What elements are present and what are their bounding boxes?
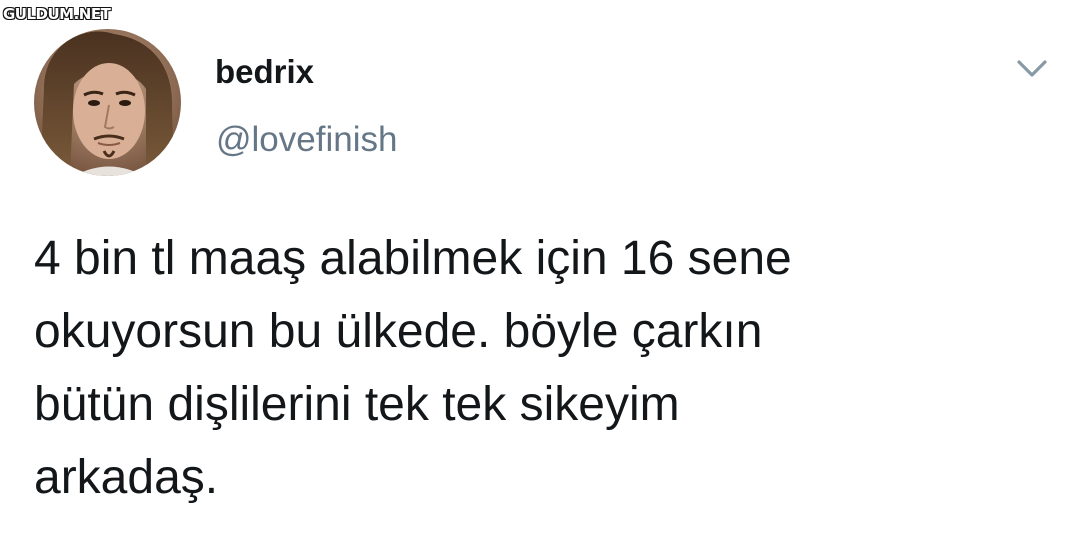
tweet-card: GULDUM.NET bedrix @lovefinish 4 bin tl m…	[0, 0, 1079, 545]
avatar-photo	[34, 29, 181, 176]
chevron-down-icon[interactable]	[1014, 56, 1050, 82]
watermark-logo: GULDUM.NET	[2, 4, 111, 23]
tweet-text: 4 bin tl maaş alabilmek için 16 sene oku…	[34, 232, 792, 504]
user-handle[interactable]: @lovefinish	[216, 119, 397, 161]
avatar[interactable]	[34, 29, 181, 176]
display-name[interactable]: bedrix	[215, 52, 314, 92]
